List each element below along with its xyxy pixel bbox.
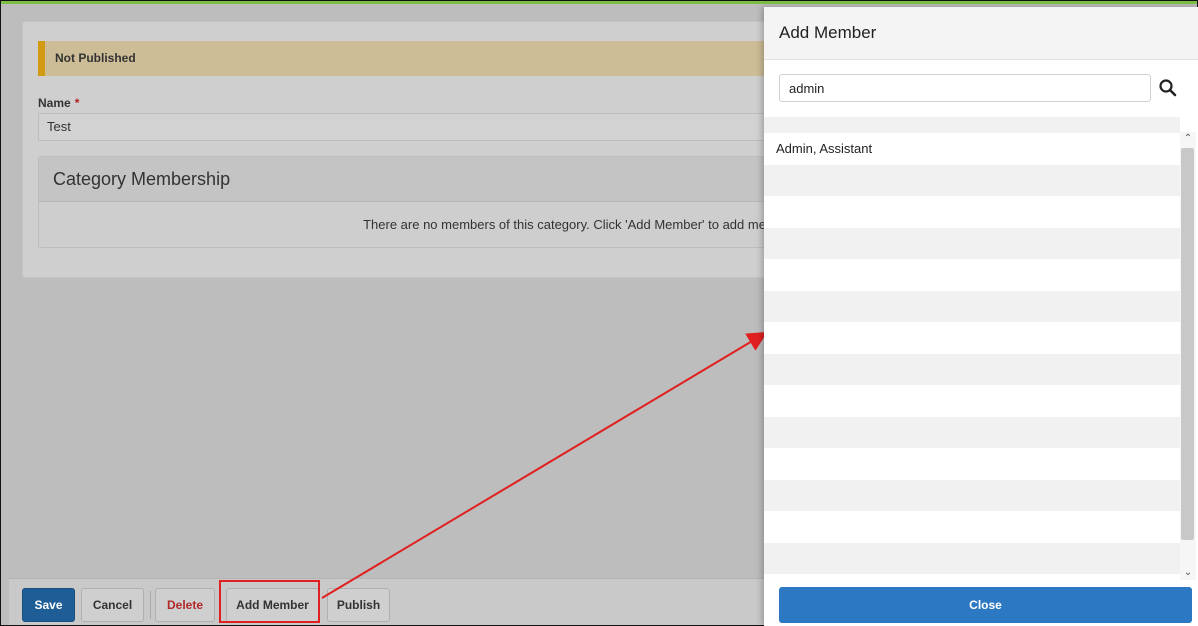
cancel-button[interactable]: Cancel	[81, 588, 144, 622]
list-header-stripe	[764, 117, 1180, 133]
empty-row	[764, 353, 1180, 385]
empty-row	[764, 164, 1180, 196]
empty-row	[764, 416, 1180, 448]
delete-button[interactable]: Delete	[155, 588, 215, 622]
status-banner: Not Published	[38, 41, 778, 76]
save-button[interactable]: Save	[22, 588, 75, 622]
publish-button[interactable]: Publish	[327, 588, 390, 622]
empty-row	[764, 542, 1180, 574]
category-membership-panel: Category Membership There are no members…	[38, 156, 785, 248]
close-button[interactable]: Close	[779, 587, 1192, 623]
empty-row	[764, 574, 1180, 579]
empty-row	[764, 259, 1180, 291]
empty-row	[764, 290, 1180, 322]
results-scrollbar[interactable]: ⌃ ⌄	[1180, 132, 1196, 580]
empty-row	[764, 448, 1180, 480]
panel-title: Add Member	[764, 7, 1198, 60]
search-icon[interactable]	[1158, 78, 1178, 98]
scroll-up-icon[interactable]: ⌃	[1180, 132, 1196, 146]
empty-row	[764, 227, 1180, 259]
top-accent-bar	[1, 1, 1197, 4]
empty-row	[764, 479, 1180, 511]
empty-row	[764, 511, 1180, 543]
list-item[interactable]: Admin, Assistant	[764, 133, 1180, 165]
results-list: Admin, Assistant	[764, 117, 1180, 579]
empty-row	[764, 322, 1180, 354]
empty-row	[764, 385, 1180, 417]
name-label: Name *	[38, 96, 79, 110]
empty-row	[764, 196, 1180, 228]
category-card: Not Published Name * Test Category Member…	[22, 21, 785, 278]
divider	[150, 591, 151, 619]
membership-empty-message: There are no members of this category. C…	[363, 217, 784, 232]
add-member-panel: Add Member Admin, Assistant ⌃ ⌄ Close	[764, 7, 1198, 626]
search-input[interactable]	[779, 74, 1151, 102]
scrollbar-thumb[interactable]	[1181, 148, 1194, 540]
required-mark: *	[74, 96, 80, 110]
annotation-highlight-box	[219, 580, 320, 623]
scroll-down-icon[interactable]: ⌄	[1180, 566, 1196, 580]
action-bar: Save Cancel Delete Add Member Publish	[9, 578, 769, 625]
membership-heading: Category Membership	[39, 157, 784, 202]
name-label-text: Name	[38, 96, 71, 110]
name-field[interactable]: Test	[38, 113, 778, 141]
